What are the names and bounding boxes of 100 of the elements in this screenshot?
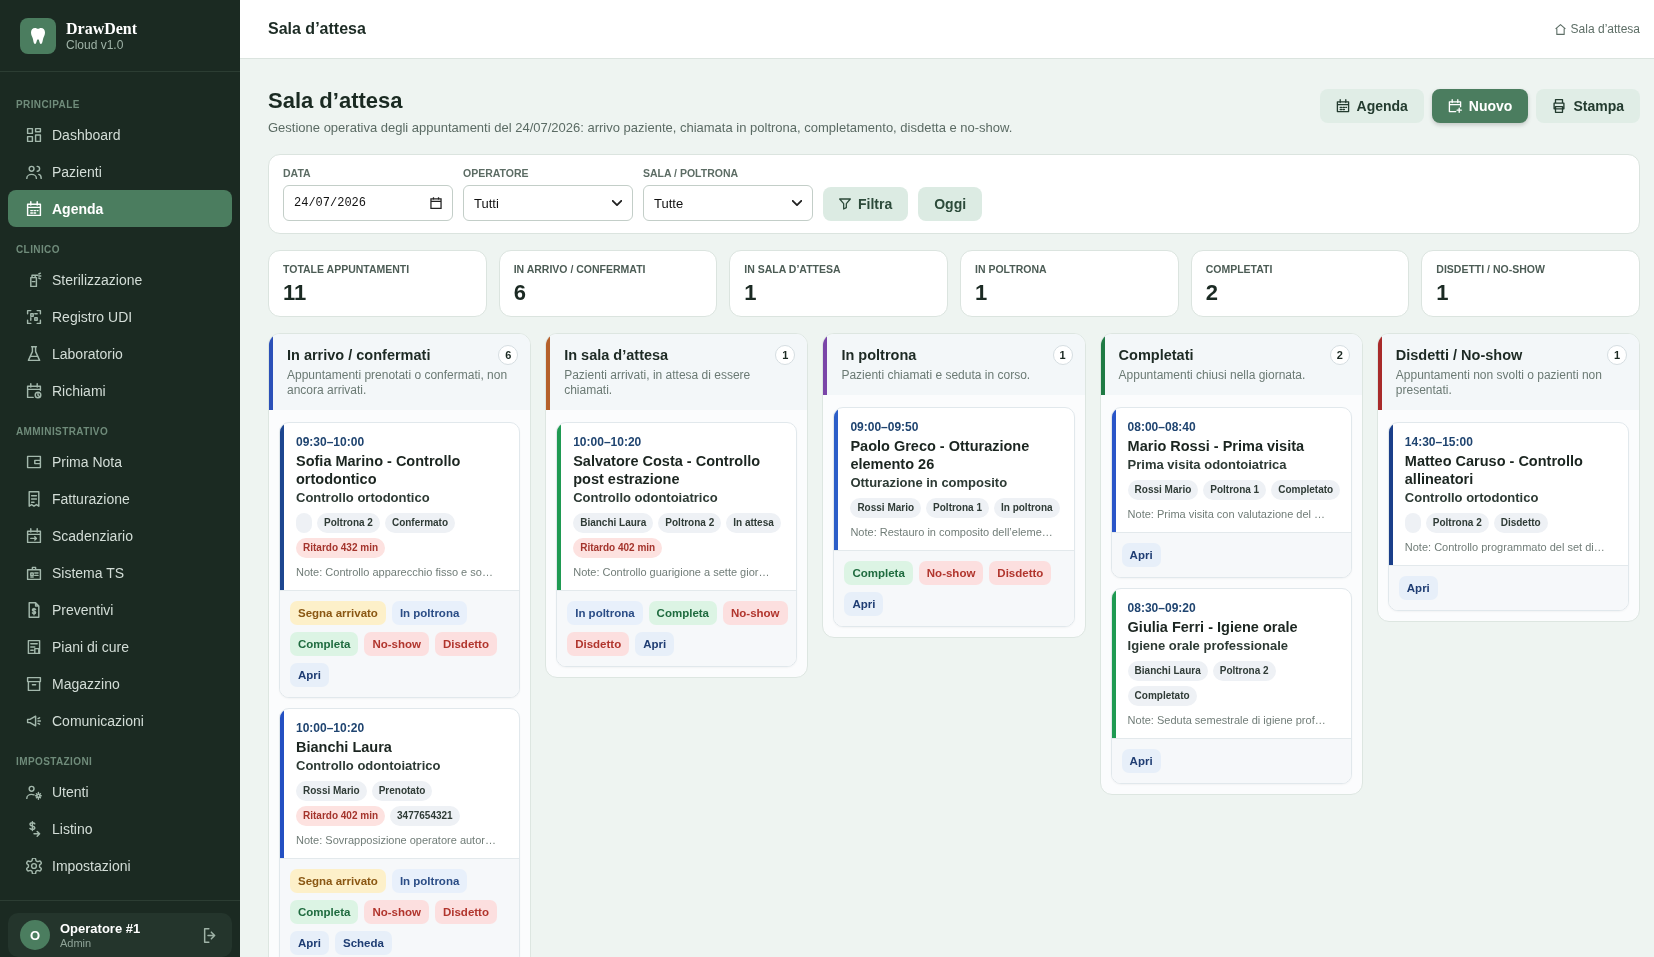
count-badge: 1	[1607, 345, 1627, 365]
open-button[interactable]: Apri	[1121, 543, 1161, 567]
receipt-icon	[26, 490, 42, 507]
treatment-name: Controllo ortodontico	[1404, 489, 1540, 507]
appointment-card[interactable]	[556, 422, 798, 667]
nav-item[interactable]: Laboratorio	[8, 335, 232, 372]
field-label: OPERATORE	[463, 166, 530, 180]
stat-label: DISDETTI / NO-SHOW	[1436, 262, 1546, 276]
cancel-button[interactable]: Disdetto	[567, 632, 630, 656]
new-appointment-button[interactable]: Nuovo	[1431, 89, 1529, 123]
appointment-card[interactable]	[279, 708, 521, 957]
appointment-time: 10:00–10:20	[296, 720, 366, 736]
appointment-time: 08:30–09:20	[1127, 600, 1197, 616]
user-name: Operatore #1	[60, 920, 141, 937]
nav-item[interactable]: Dashboard	[8, 116, 232, 153]
nav-item[interactable]: Pazienti	[8, 153, 232, 190]
filter-button[interactable]: Filtra	[823, 187, 909, 221]
calendar-arrow-icon	[26, 527, 42, 544]
user-gear-icon	[26, 783, 42, 800]
info-tag: 3477654321	[390, 806, 460, 826]
cancel-button[interactable]: Disdetto	[434, 632, 497, 656]
nav-item[interactable]: Richiami	[8, 372, 232, 409]
treatment-name: Controllo odontoiatrico	[296, 757, 442, 775]
mark-arrived-button[interactable]: Segna arrivato	[290, 869, 386, 893]
agenda-button[interactable]: Agenda	[1319, 89, 1424, 123]
complete-button[interactable]: Completa	[844, 561, 913, 585]
nav-item[interactable]: Prima Nota	[8, 443, 232, 480]
nav-item[interactable]: Piani di cure	[8, 628, 232, 665]
appointment-title: Mario Rossi - Prima visita	[1127, 437, 1306, 455]
brand-version: Cloud v1.0	[66, 37, 125, 53]
treatment-name: Controllo ortodontico	[296, 489, 431, 507]
id-card-icon	[26, 564, 42, 581]
no-show-button[interactable]: No-show	[364, 900, 429, 924]
nav-item[interactable]: Sistema TS	[8, 554, 232, 591]
open-button[interactable]: Apri	[290, 931, 329, 955]
open-button[interactable]: Apri	[1121, 749, 1161, 773]
record-button[interactable]: Scheda	[335, 931, 392, 955]
mark-arrived-button[interactable]: Segna arrivato	[290, 601, 386, 625]
document-dollar-icon	[26, 601, 42, 618]
appointment-note: Note: Restauro in composito dell’eleme…	[850, 525, 1054, 540]
qr-scan-icon	[26, 308, 42, 325]
user-card[interactable]: O Operatore #1 Admin	[8, 913, 232, 957]
nav-section-title: PRINCIPALE	[15, 98, 81, 112]
info-tag: Disdetto	[1493, 513, 1548, 533]
breadcrumb-link[interactable]: Sala d’attesa	[1570, 22, 1640, 36]
no-show-button[interactable]: No-show	[723, 601, 788, 625]
nav-item[interactable]: Impostazioni	[8, 847, 232, 884]
appointment-card[interactable]	[279, 422, 521, 698]
appointment-note: Note: Sovrapposizione operatore autor…	[296, 833, 497, 848]
open-button[interactable]: Apri	[844, 592, 884, 616]
delay-tag: Ritardo 432 min	[296, 538, 386, 558]
room-select[interactable]: Tutte	[643, 185, 813, 221]
nav-item[interactable]: Sterilizzazione	[8, 261, 232, 298]
treatment-name: Igiene orale professionale	[1127, 637, 1289, 655]
in-chair-button[interactable]: In poltrona	[391, 869, 468, 893]
nav-item[interactable]: Registro UDI	[8, 298, 232, 335]
today-button[interactable]: Oggi	[918, 187, 983, 221]
complete-button[interactable]: Completa	[290, 632, 359, 656]
open-button[interactable]: Apri	[635, 632, 675, 656]
logout-icon[interactable]	[203, 927, 218, 943]
nav-item[interactable]: Listino	[8, 810, 232, 847]
open-button[interactable]: Apri	[1398, 576, 1438, 600]
appointment-card[interactable]: 08:00–08:40 Mario Rossi - Prima visita Prima visita odontoiatrica Rossi Mario Poltrona 1 Completato Note: Prima visita con valutazione del … Apri	[1110, 407, 1352, 578]
stat-value: 1	[1436, 280, 1450, 306]
complete-button[interactable]: Completa	[648, 601, 717, 625]
open-button[interactable]: Apri	[290, 663, 329, 687]
date-field[interactable]: 24/07/2026	[283, 185, 453, 221]
operator-select[interactable]: Tutti	[463, 185, 633, 221]
nav-item[interactable]: Magazzino	[8, 665, 232, 702]
nav-item[interactable]: Fatturazione	[8, 480, 232, 517]
in-chair-button[interactable]: In poltrona	[567, 601, 643, 625]
nav-item[interactable]: Scadenziario	[8, 517, 232, 554]
top-bar-title: Sala d’attesa	[268, 20, 366, 38]
stat-label: IN SALA D’ATTESA	[744, 262, 842, 276]
nav-item[interactable]: Comunicazioni	[8, 702, 232, 739]
appointment-card[interactable]: 14:30–15:00 Matteo Caruso - Controllo allineatori Controllo ortodontico Poltrona 2 Disdetto Note: Controllo programmato del set di… Apri	[1387, 422, 1629, 611]
count-badge: 6	[498, 345, 519, 365]
appointment-card[interactable]: 08:30–09:20 Giulia Ferri - Igiene orale Igiene orale professionale Bianchi Laura Poltrona 2 Completato Note: Seduta semestrale di igiene prof… Apri	[1110, 588, 1352, 784]
no-show-button[interactable]: No-show	[918, 561, 984, 585]
nav-item[interactable]: Utenti	[8, 773, 232, 810]
info-tag: Poltrona 2	[1425, 513, 1489, 533]
appointment-note: Note: Prima visita con valutazione del …	[1127, 507, 1327, 522]
column-description: Appuntamenti chiusi nella giornata.	[1118, 368, 1307, 383]
nav-section-title: IMPOSTAZIONI	[15, 755, 94, 769]
complete-button[interactable]: Completa	[290, 900, 359, 924]
nav-item[interactable]: Preventivi	[8, 591, 232, 628]
nav-item[interactable]: Agenda	[8, 190, 232, 227]
treatment-name: Otturazione in composito	[850, 474, 1009, 492]
in-chair-button[interactable]: In poltrona	[391, 601, 468, 625]
appointment-title: Bianchi Laura	[296, 738, 393, 756]
print-button[interactable]: Stampa	[1536, 89, 1640, 123]
cancel-button[interactable]: Disdetto	[989, 561, 1052, 585]
appointment-card[interactable]: 09:00–09:50 Paolo Greco - Otturazione elemento 26 Otturazione in composito Rossi Mario Poltrona 1 In poltrona Note: Restauro in composito dell’eleme… Completa No-show Disdetto Apri	[833, 407, 1075, 627]
cancel-button[interactable]: Disdetto	[434, 900, 497, 924]
column-description: Appuntamenti prenotati o confermati, non ancora arrivati.	[287, 368, 509, 398]
stat-label: IN POLTRONA	[975, 262, 1048, 276]
info-tag: Poltrona 2	[1212, 661, 1276, 681]
field-label: DATA	[283, 166, 312, 180]
nav-section-title: AMMINISTRATIVO	[15, 425, 110, 439]
no-show-button[interactable]: No-show	[364, 632, 429, 656]
